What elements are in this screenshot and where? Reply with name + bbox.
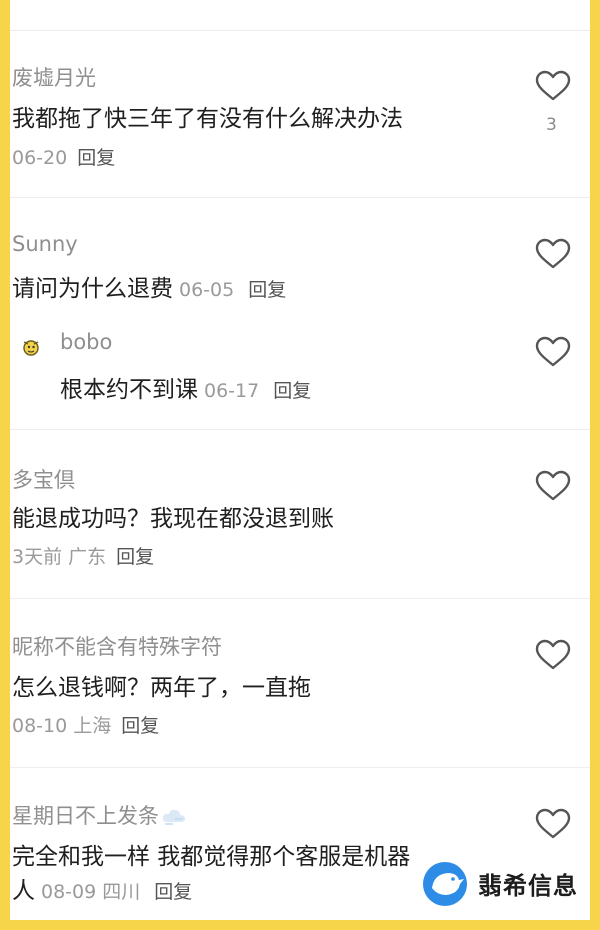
comment-text: 能退成功吗？我现在都没退到账	[12, 506, 334, 532]
comment-text: 怎么退钱啊？两年了，一直拖	[12, 675, 311, 701]
comment-meta: 08-10 上海 回复	[12, 711, 159, 738]
comment-date: 08-09 四川	[41, 881, 141, 903]
heart-outline-icon[interactable]	[535, 70, 571, 102]
like-count: 3	[546, 115, 557, 135]
comment-meta: 06-20 回复	[12, 143, 115, 170]
heart-outline-icon[interactable]	[535, 238, 571, 270]
comment-author[interactable]: 星期日不上发条	[12, 800, 187, 830]
comment-author[interactable]: Sunny	[12, 232, 78, 256]
comment-text: 我都拖了快三年了有没有什么解决办法	[12, 106, 403, 132]
reply-meta: 06-17 回复	[204, 380, 311, 402]
comment-item: 多宝倶 能退成功吗？我现在都没退到账 3天前 广东 回复	[10, 430, 590, 599]
reply-button[interactable]: 回复	[154, 881, 192, 903]
reply-text: 根本约不到课 06-17 回复	[60, 370, 311, 404]
comment-list: 废墟月光 我都拖了快三年了有没有什么解决办法 06-20 回复 3 Sunny 请…	[10, 0, 590, 920]
reply-button[interactable]: 回复	[248, 279, 286, 301]
comment-text-continued: 人 08-09 四川 回复	[12, 876, 192, 907]
reply-author[interactable]: bobo	[60, 330, 112, 354]
comment-item: 废墟月光 我都拖了快三年了有没有什么解决办法 06-20 回复 3	[10, 30, 590, 198]
comment-author-name: 星期日不上发条	[12, 804, 159, 828]
reply-button[interactable]: 回复	[77, 147, 115, 169]
reply-button[interactable]: 回复	[121, 715, 159, 737]
watermark: 翡希信息	[420, 848, 590, 918]
reply-button[interactable]: 回复	[116, 546, 154, 568]
comment-date: 06-20	[12, 147, 68, 169]
comment-text: 请问为什么退费 06-05 回复	[12, 274, 286, 305]
comment-item: 昵称不能含有特殊字符 怎么退钱啊？两年了，一直拖 08-10 上海 回复	[10, 599, 590, 768]
heart-outline-icon[interactable]	[535, 336, 571, 368]
comment-date: 06-05	[179, 279, 235, 301]
heart-outline-icon[interactable]	[535, 808, 571, 840]
comment-item: Sunny 请问为什么退费 06-05 回复 bobo 根本约不到课 06-17 回复	[10, 198, 590, 430]
comment-date: 3天前 广东	[12, 546, 107, 568]
comment-author[interactable]: 昵称不能含有特殊字符	[12, 631, 222, 661]
reply-date: 06-17	[204, 380, 260, 402]
watermark-text: 翡希信息	[478, 871, 578, 900]
cloud-emoji-icon	[162, 809, 185, 825]
cartoon-avatar-icon[interactable]	[20, 336, 42, 358]
comment-date: 08-10 上海	[12, 715, 112, 737]
reply-button[interactable]: 回复	[273, 380, 311, 402]
bird-logo-icon	[423, 862, 467, 906]
heart-outline-icon[interactable]	[535, 639, 571, 671]
comment-author[interactable]: 多宝倶	[12, 464, 75, 494]
comment-meta: 06-05 回复	[179, 279, 286, 301]
comment-text: 完全和我一样 我都觉得那个客服是机器	[12, 844, 411, 870]
comment-meta: 08-09 四川 回复	[41, 881, 192, 903]
comment-author[interactable]: 废墟月光	[12, 62, 96, 92]
comment-body-tail: 人	[12, 878, 35, 904]
heart-outline-icon[interactable]	[535, 470, 571, 502]
comment-body: 请问为什么退费	[12, 276, 173, 302]
comment-meta: 3天前 广东 回复	[12, 542, 154, 569]
reply-body: 根本约不到课	[60, 377, 198, 403]
